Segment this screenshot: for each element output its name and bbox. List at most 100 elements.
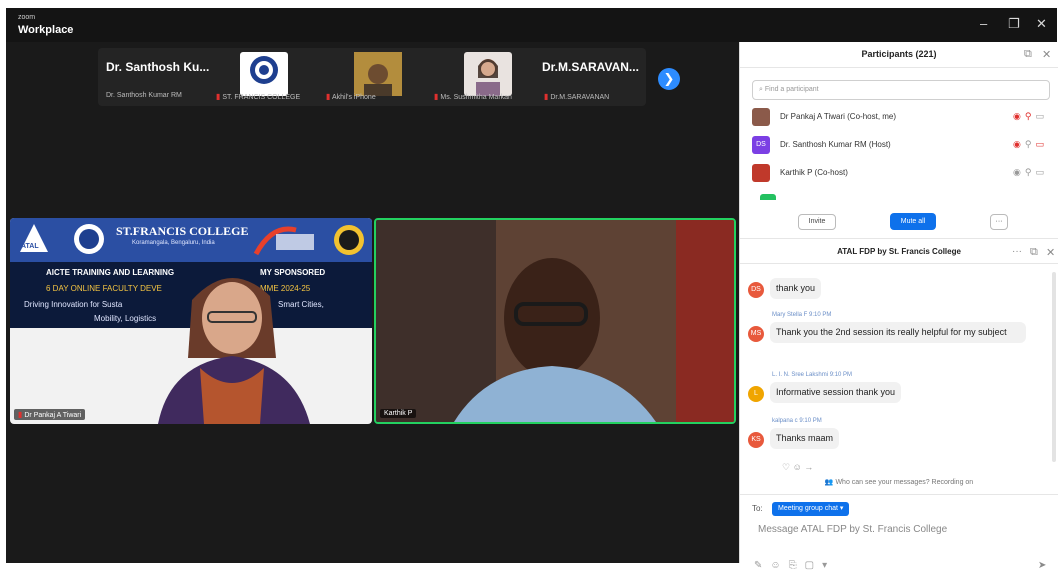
- tile-sub-sfc: ▮ ST. FRANCIS COLLEGE: [216, 92, 300, 101]
- person-thumbnail-icon: [354, 52, 402, 96]
- participant-search-input[interactable]: ⌕ Find a participant: [752, 80, 1050, 100]
- mic-muted-icon: ▮: [434, 92, 439, 101]
- notice-text: Who can see your messages? Recording on: [835, 479, 974, 486]
- sushmitha-tile[interactable]: [464, 52, 512, 96]
- video-name-text: Dr Pankaj A Tiwari: [24, 412, 82, 419]
- message-text: Informative session thank you: [770, 382, 902, 403]
- avatar: [752, 164, 770, 182]
- gallery-next-button[interactable]: ❯: [658, 68, 680, 90]
- speaker-video-icon: [376, 220, 734, 422]
- chat-toolbar: ✎☺⎘▢▾: [754, 560, 835, 571]
- avatar: KS: [748, 432, 764, 448]
- side-panel: Participants (221) ⧉ ✕ ⌕ Find a particip…: [739, 42, 1058, 571]
- title-bar: zoom Workplace – ❐ ✕: [6, 8, 1057, 42]
- avatar: DS: [748, 282, 764, 298]
- avatar: MS: [748, 326, 764, 342]
- to-label: To:: [752, 504, 763, 513]
- participant-name: Karthik P (Co-host): [780, 168, 848, 177]
- chat-privacy-notice[interactable]: 👥 Who can see your messages? Recording o…: [740, 478, 1058, 486]
- close-icon[interactable]: ✕: [1046, 246, 1055, 259]
- person-thumbnail-icon: [476, 59, 500, 96]
- reaction-icons[interactable]: ♡ ☺ →: [782, 462, 813, 473]
- chat-message-input[interactable]: Message ATAL FDP by St. Francis College: [758, 524, 947, 535]
- avatar: [760, 194, 776, 200]
- tile-name-saravanan: Dr.M.SARAVAN...: [542, 60, 639, 74]
- atal-label: ATAL: [21, 243, 39, 250]
- mic-muted-icon: ▮: [216, 92, 221, 101]
- tile-sub-saravanan: ▮ Dr.M.SARAVANAN: [544, 92, 609, 101]
- mic-muted-icon: ▮: [544, 92, 549, 101]
- chat-scrollbar[interactable]: [1052, 272, 1056, 462]
- video-tile-pankaj[interactable]: ATAL ST.FRANCIS COLLEGE Koramangala, Ben…: [10, 218, 372, 424]
- mic-muted-icon: ▮: [18, 410, 23, 419]
- popout-icon[interactable]: ⧉: [1030, 246, 1038, 259]
- college-seal-icon: [74, 224, 104, 254]
- akhil-tile[interactable]: [354, 52, 402, 96]
- program-line-3: Driving Innovation for Susta: [24, 300, 123, 309]
- message-sender: Mary Stella F 9:10 PM: [772, 312, 832, 318]
- mic-icon: ⚲: [1024, 139, 1036, 149]
- search-icon: ⌕: [759, 86, 763, 93]
- participant-row[interactable]: Karthik P (Co-host) ◉⚲▭: [752, 162, 1050, 184]
- app-brand: zoom Workplace: [18, 14, 73, 37]
- tile-name-santhosh: Dr. Santhosh Ku...: [106, 60, 210, 74]
- atal-logo-icon: [20, 224, 48, 252]
- mute-all-button[interactable]: Mute all: [890, 213, 936, 230]
- close-button[interactable]: ✕: [1036, 16, 1047, 32]
- more-options-icon[interactable]: ···: [1012, 246, 1022, 257]
- close-icon[interactable]: ✕: [1042, 48, 1051, 61]
- format-icon[interactable]: ✎: [754, 560, 770, 571]
- message-sender: kalpana c 9:10 PM: [772, 418, 822, 424]
- restore-button[interactable]: ❐: [1008, 16, 1020, 32]
- tile-sub-sushmitha: ▮ Ms. Sushmitha Markan: [434, 92, 512, 101]
- mic-muted-icon: ▮: [326, 92, 331, 101]
- screenshot-icon[interactable]: ▢: [805, 560, 822, 571]
- recipient-select[interactable]: Meeting group chat ▾: [772, 502, 850, 516]
- more-button[interactable]: ···: [990, 214, 1008, 230]
- message-text: thank you: [770, 278, 822, 299]
- chat-title: ATAL FDP by St. Francis College: [837, 247, 961, 256]
- gallery-strip: Dr. Santhosh Ku... Dr. Santhosh Kumar RM…: [98, 48, 646, 106]
- mic-muted-icon: ⚲: [1024, 111, 1036, 121]
- emoji-icon[interactable]: ☺: [770, 560, 788, 571]
- more-icon[interactable]: ▾: [822, 560, 835, 571]
- share-icon: ◉: [1013, 167, 1025, 177]
- divider: [740, 494, 1058, 495]
- participants-title: Participants (221): [861, 49, 937, 59]
- tile-sub-santhosh: Dr. Santhosh Kumar RM: [106, 92, 182, 99]
- tile-sub-sushmitha-text: Ms. Sushmitha Markan: [440, 94, 512, 101]
- brand-title: Workplace: [18, 24, 74, 36]
- participants-header: Participants (221) ⧉ ✕: [740, 42, 1058, 68]
- minimize-button[interactable]: –: [980, 16, 987, 31]
- invite-button[interactable]: Invite: [798, 214, 836, 230]
- message-text: Thanks maam: [770, 428, 840, 449]
- tile-sub-sfc-text: ST. FRANCIS COLLEGE: [222, 94, 301, 101]
- video-name-label: Karthik P: [380, 409, 417, 418]
- file-icon[interactable]: ⎘: [789, 560, 805, 571]
- avatar: L: [748, 386, 764, 402]
- tile-sub-akhil-text: Akhil's iPhone: [331, 94, 376, 101]
- participant-status-icons: ◉⚲▭: [1013, 167, 1048, 178]
- participant-row[interactable]: DS Dr. Santhosh Kumar RM (Host) ◉⚲▭: [752, 134, 1050, 156]
- participant-name: Dr. Santhosh Kumar RM (Host): [780, 140, 891, 149]
- avatar: DS: [752, 136, 770, 154]
- search-placeholder: Find a participant: [764, 86, 819, 93]
- people-icon: 👥: [824, 479, 834, 486]
- sfc-logo-tile[interactable]: [240, 52, 288, 96]
- share-icon: ◉: [1013, 111, 1025, 121]
- tile-sub-saravanan-text: Dr.M.SARAVANAN: [550, 94, 610, 101]
- participant-name: Dr Pankaj A Tiwari (Co-host, me): [780, 112, 897, 121]
- banner-subtitle: Koramangala, Bengaluru, India: [132, 240, 215, 246]
- brand-small: zoom: [18, 14, 36, 21]
- mic-icon: ⚲: [1024, 167, 1036, 177]
- video-tile-karthik[interactable]: Karthik P: [374, 218, 736, 424]
- zoom-window: zoom Workplace – ❐ ✕ Dr. Santhosh Ku... …: [6, 8, 1058, 571]
- participant-status-icons: ◉⚲▭: [1013, 139, 1048, 150]
- popout-icon[interactable]: ⧉: [1024, 48, 1032, 61]
- send-icon[interactable]: ➤: [1038, 560, 1046, 571]
- message-sender: L. I. N. Sree Lakshmi 9:10 PM: [772, 372, 853, 378]
- video-icon: ▭: [1035, 167, 1048, 177]
- participant-row[interactable]: Dr Pankaj A Tiwari (Co-host, me) ◉⚲▭: [752, 106, 1050, 128]
- banner-title: ST.FRANCIS COLLEGE: [116, 224, 249, 238]
- speaker-video-icon: [158, 277, 310, 424]
